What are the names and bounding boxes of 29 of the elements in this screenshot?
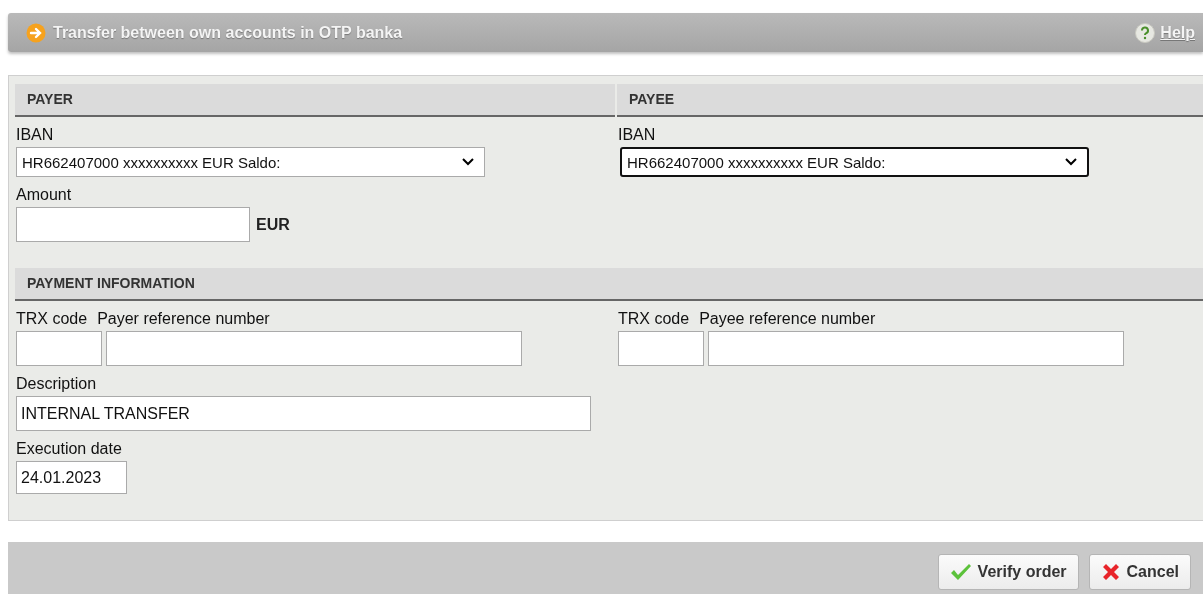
field-label: Payer reference number: [97, 310, 270, 328]
field-label: TRX code: [16, 310, 88, 328]
caret-icon: [1065, 158, 1077, 166]
description-field[interactable]: INTERNAL TRANSFER: [16, 396, 591, 431]
field-label: Amount: [16, 186, 72, 204]
amount-field[interactable]: [16, 207, 250, 242]
caret-icon: [462, 158, 474, 166]
section-heading: PAYER: [15, 84, 615, 117]
account-select[interactable]: HR662407000 xxxxxxxxxx EUR Saldo:: [620, 147, 1089, 177]
field-label: Payee reference number: [699, 310, 876, 328]
check-icon: [949, 563, 972, 581]
help-icon[interactable]: [1135, 22, 1156, 43]
field-label: IBAN: [618, 126, 656, 144]
window-title: Transfer between own accounts in OTP banka: [53, 23, 403, 42]
field-label: Description: [16, 375, 97, 393]
cancel-button[interactable]: Cancel: [1088, 554, 1191, 590]
account-select[interactable]: HR662407000 xxxxxxxxxx EUR Saldo:: [16, 147, 485, 177]
date-field[interactable]: 24.01.2023: [16, 461, 127, 494]
reference-number-field[interactable]: [708, 331, 1124, 366]
trx-code-field[interactable]: [618, 331, 704, 366]
currency-label: EUR: [256, 215, 290, 234]
section-heading: PAYEE: [617, 84, 1203, 117]
field-label: TRX code: [618, 310, 690, 328]
section-heading: PAYMENT INFORMATION: [15, 268, 1203, 301]
reference-number-field[interactable]: [106, 331, 522, 366]
verify-button[interactable]: Verify order: [937, 554, 1079, 590]
trx-code-field[interactable]: [16, 331, 102, 366]
field-label: IBAN: [16, 126, 54, 144]
field-label: Execution date: [16, 440, 122, 458]
